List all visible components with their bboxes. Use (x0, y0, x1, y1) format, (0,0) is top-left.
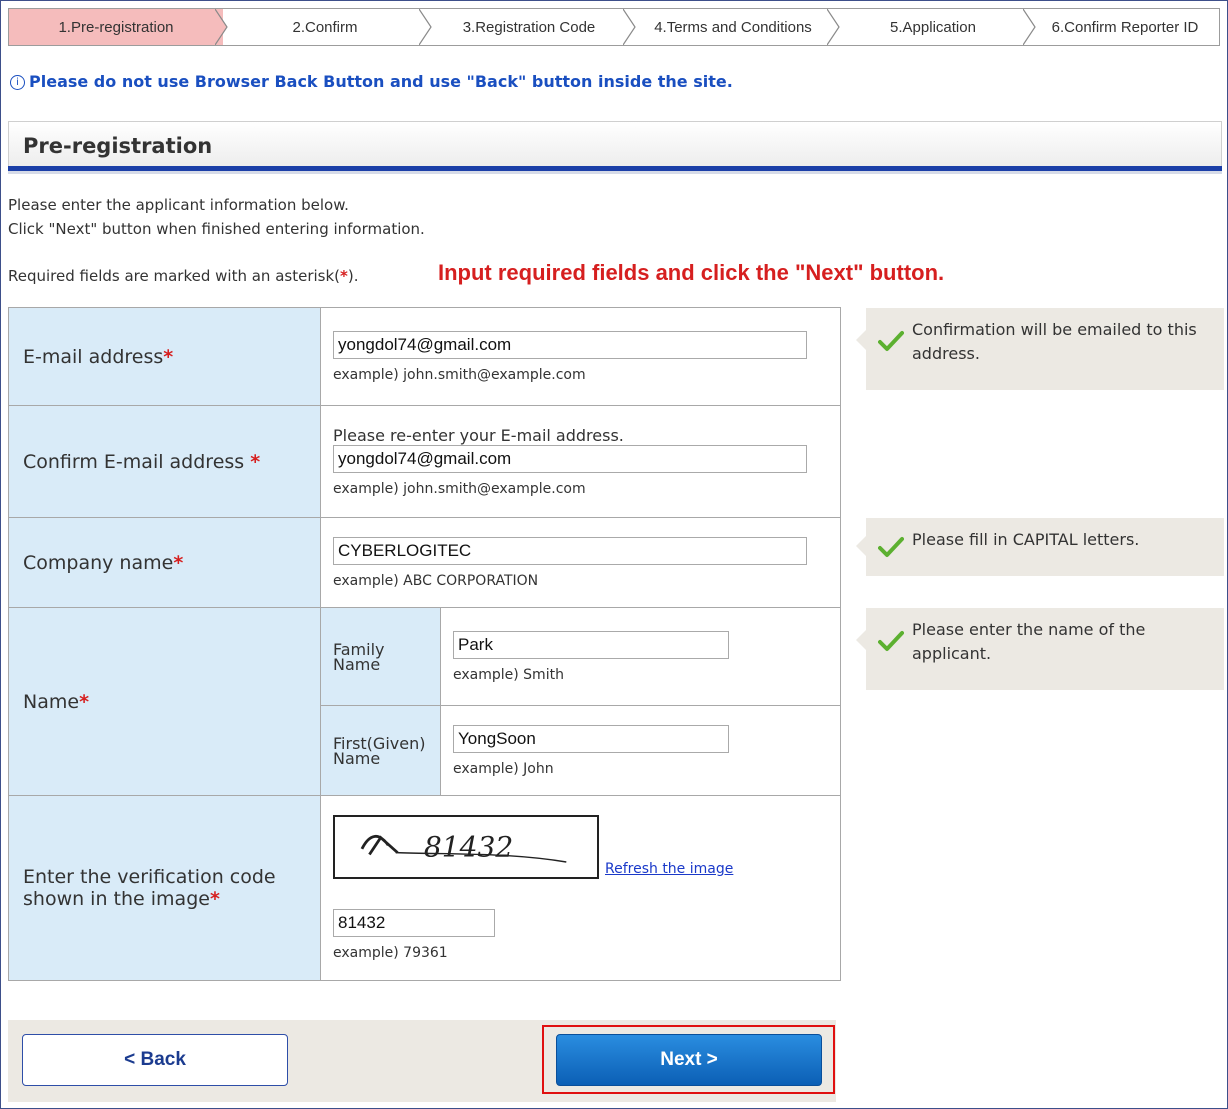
first-name-field-cell: example) John (440, 705, 841, 796)
instruction-callout: Input required fields and click the "Nex… (438, 260, 945, 285)
next-button[interactable]: Next > (556, 1034, 822, 1086)
email-label: E-mail address (23, 345, 164, 368)
checkmark-icon (878, 631, 904, 651)
tip-arrow (856, 330, 866, 350)
captcha-row: 81432 Refresh the image (333, 815, 840, 879)
required-asterisk: * (209, 888, 220, 910)
checkmark-icon (878, 537, 904, 557)
progress-steps: 1.Pre-registration 2.Confirm 3.Registrat… (8, 8, 1220, 46)
first-name-label: First(Given) Name (320, 705, 441, 796)
captcha-image: 81432 (333, 815, 599, 879)
family-name-example: example) Smith (453, 666, 564, 683)
step-label: 1.Pre-registration (58, 18, 174, 36)
checkmark-icon (878, 331, 904, 351)
button-bar: < Back Next > (8, 1020, 836, 1102)
info-icon: i (10, 75, 25, 90)
page-title: Pre-registration (23, 134, 213, 158)
company-field-cell: example) ABC CORPORATION (320, 517, 841, 608)
section-divider-shadow (8, 171, 1222, 174)
chevron-right-icon (419, 9, 432, 45)
email-field[interactable] (333, 330, 807, 359)
email-example: example) john.smith@example.com (333, 366, 586, 383)
email-field-cell: example) john.smith@example.com (320, 307, 841, 406)
tip-company-text: Please fill in CAPITAL letters. (912, 530, 1140, 549)
back-button[interactable]: < Back (22, 1034, 288, 1086)
required-asterisk: * (79, 690, 89, 713)
step-label: 4.Terms and Conditions (654, 18, 812, 36)
required-note: Required fields are marked with an aster… (8, 267, 359, 285)
email-row: E-mail address* example) john.smith@exam… (8, 307, 841, 406)
tip-arrow (856, 536, 866, 556)
required-asterisk: * (163, 345, 174, 368)
first-name-example: example) John (453, 760, 554, 777)
company-label-cell: Company name* (8, 517, 321, 608)
name-label: Name (23, 690, 80, 713)
chevron-right-icon (1023, 9, 1036, 45)
step-label: 5.Application (890, 18, 976, 36)
first-name-field[interactable] (453, 724, 729, 753)
tip-name: Please enter the name of the applicant. (856, 608, 1224, 690)
verification-label-line: shown in the image* (23, 888, 320, 910)
required-asterisk: * (173, 551, 184, 574)
tip-company: Please fill in CAPITAL letters. (856, 518, 1224, 576)
confirm-email-example: example) john.smith@example.com (333, 481, 586, 497)
company-name-field[interactable] (333, 536, 807, 565)
chevron-right-icon (827, 9, 840, 45)
step-label: 3.Registration Code (462, 18, 596, 36)
intro-line: Please enter the applicant information b… (8, 196, 349, 214)
confirm-email-field-cell: Please re-enter your E-mail address. exa… (320, 405, 841, 518)
intro-line: Click "Next" button when finished enteri… (8, 220, 425, 238)
confirm-email-hint: Please re-enter your E-mail address. (333, 426, 624, 445)
step-label: 6.Confirm Reporter ID (1051, 18, 1199, 36)
captcha-text: 81432 (424, 830, 513, 863)
applicant-form: E-mail address* example) john.smith@exam… (8, 307, 841, 981)
step-confirm: 2.Confirm (223, 9, 432, 45)
confirm-email-label-cell: Confirm E-mail address * (8, 405, 321, 518)
refresh-image-link[interactable]: Refresh the image (605, 861, 733, 877)
required-note-suffix: ). (347, 267, 359, 285)
family-name-field[interactable] (453, 630, 729, 659)
step-application: 5.Application (835, 9, 1036, 45)
required-asterisk: * (340, 267, 348, 285)
notice-text: Please do not use Browser Back Button an… (29, 72, 733, 91)
first-name-label-line: Name (333, 748, 381, 768)
verification-label-text: shown in the image (23, 888, 210, 910)
tip-name-text: Please enter the name of the applicant. (912, 620, 1146, 663)
verification-example: example) 79361 (333, 945, 448, 961)
family-name-label: Family Name (320, 607, 441, 706)
company-label: Company name (23, 551, 174, 574)
family-name-row: Name* Family Name example) Smith (8, 607, 841, 796)
section-header: Pre-registration (8, 121, 1222, 169)
name-label-cell: Name* (8, 607, 321, 796)
chevron-right-icon (623, 9, 636, 45)
verification-row: Enter the verification code shown in the… (8, 795, 841, 981)
company-example: example) ABC CORPORATION (333, 572, 539, 589)
company-row: Company name* example) ABC CORPORATION (8, 517, 841, 608)
tip-email: Confirmation will be emailed to this add… (856, 308, 1224, 390)
verification-field-cell: 81432 Refresh the image example) 79361 (320, 795, 841, 981)
verification-code-field[interactable] (333, 909, 495, 937)
step-pre-registration: 1.Pre-registration (9, 9, 228, 45)
browser-back-notice: i Please do not use Browser Back Button a… (10, 72, 733, 91)
tip-email-text: Confirmation will be emailed to this add… (912, 320, 1197, 363)
email-label-cell: E-mail address* (8, 307, 321, 406)
tip-arrow (856, 630, 866, 650)
required-note-prefix: Required fields are marked with an aster… (8, 267, 341, 285)
intro-text: Please enter the applicant information b… (8, 193, 425, 241)
verification-label-line: Enter the verification code (23, 866, 276, 888)
step-registration-code: 3.Registration Code (427, 9, 636, 45)
confirm-email-label: Confirm E-mail address (23, 450, 251, 473)
confirm-email-field[interactable] (333, 445, 807, 473)
confirm-email-row: Confirm E-mail address * Please re-enter… (8, 405, 841, 518)
step-terms-and-conditions: 4.Terms and Conditions (631, 9, 840, 45)
verification-label-cell: Enter the verification code shown in the… (8, 795, 321, 981)
chevron-right-icon (215, 9, 228, 45)
step-confirm-reporter-id: 6.Confirm Reporter ID (1031, 9, 1219, 45)
required-asterisk: * (250, 450, 261, 473)
step-label: 2.Confirm (292, 18, 358, 36)
family-name-field-cell: example) Smith (440, 607, 841, 706)
family-name-label-line: Name (333, 654, 381, 674)
